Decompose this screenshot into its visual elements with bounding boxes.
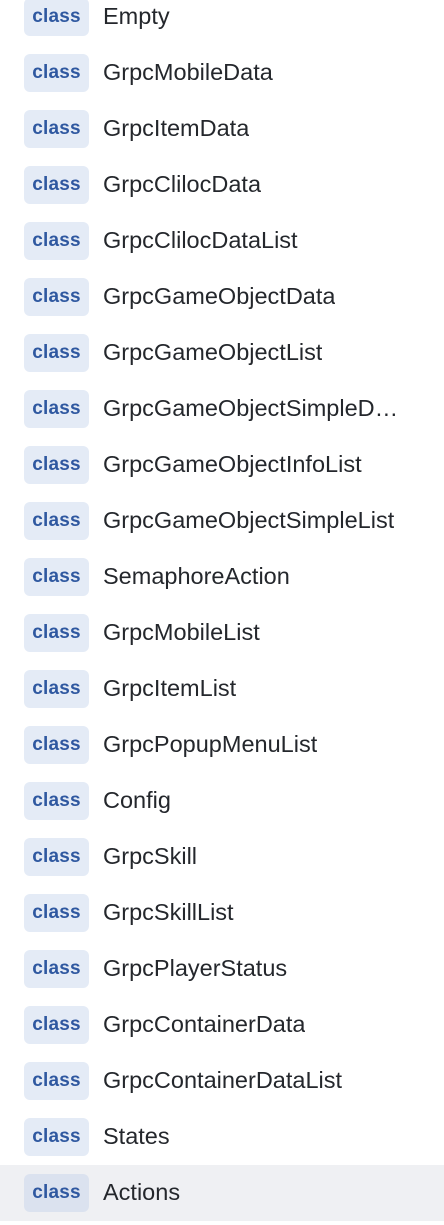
symbol-name: GrpcItemData	[103, 114, 250, 141]
symbol-item[interactable]: class GrpcGameObjectList	[0, 325, 444, 381]
kind-badge: class	[24, 1062, 89, 1100]
symbol-name: GrpcGameObjectSimpleD…	[103, 394, 399, 421]
symbol-item[interactable]: class GrpcPlayerStatus	[0, 941, 444, 997]
symbol-item[interactable]: class Config	[0, 773, 444, 829]
kind-badge: class	[24, 502, 89, 540]
symbol-item[interactable]: class GrpcSkill	[0, 829, 444, 885]
symbol-item[interactable]: class GrpcGameObjectSimpleList	[0, 493, 444, 549]
symbol-name: SemaphoreAction	[103, 562, 290, 589]
symbol-name: GrpcContainerDataList	[103, 1066, 343, 1093]
symbol-item[interactable]: class GrpcMobileData	[0, 45, 444, 101]
symbol-item[interactable]: class GrpcGameObjectSimpleD…	[0, 381, 444, 437]
kind-badge: class	[24, 670, 89, 708]
symbol-name: GrpcMobileList	[103, 618, 260, 645]
symbol-name: GrpcItemList	[103, 674, 237, 701]
symbol-name: GrpcPopupMenuList	[103, 730, 318, 757]
symbol-name: Empty	[103, 2, 170, 29]
symbol-item[interactable]: class GrpcGameObjectInfoList	[0, 437, 444, 493]
symbol-item[interactable]: class GrpcItemData	[0, 101, 444, 157]
symbol-name: GrpcSkillList	[103, 898, 234, 925]
kind-badge: class	[24, 1118, 89, 1156]
symbol-item[interactable]: class GrpcContainerData	[0, 997, 444, 1053]
symbol-item[interactable]: class GrpcClilocDataList	[0, 213, 444, 269]
kind-badge: class	[24, 838, 89, 876]
symbol-item-selected[interactable]: class Actions	[0, 1165, 444, 1221]
symbol-name: GrpcSkill	[103, 842, 198, 869]
symbol-name: GrpcMobileData	[103, 58, 273, 85]
symbol-item[interactable]: class GrpcContainerDataList	[0, 1053, 444, 1109]
symbol-item[interactable]: class GrpcSkillList	[0, 885, 444, 941]
symbol-name: Config	[103, 786, 171, 813]
kind-badge: class	[24, 446, 89, 484]
symbol-name: GrpcClilocDataList	[103, 226, 298, 253]
kind-badge: class	[24, 278, 89, 316]
kind-badge: class	[24, 110, 89, 148]
symbol-item[interactable]: class GrpcPopupMenuList	[0, 717, 444, 773]
symbol-name: GrpcClilocData	[103, 170, 262, 197]
kind-badge: class	[24, 54, 89, 92]
symbol-name: States	[103, 1122, 170, 1149]
kind-badge: class	[24, 1006, 89, 1044]
symbol-name: GrpcGameObjectList	[103, 338, 323, 365]
symbol-name: GrpcGameObjectInfoList	[103, 450, 362, 477]
symbol-item[interactable]: class Empty	[0, 0, 444, 45]
symbol-name: GrpcPlayerStatus	[103, 954, 288, 981]
kind-badge: class	[24, 222, 89, 260]
kind-badge: class	[24, 726, 89, 764]
symbol-list: class Empty class GrpcMobileData class G…	[0, 0, 444, 1225]
symbol-item[interactable]: class GrpcGameObjectData	[0, 269, 444, 325]
kind-badge: class	[24, 334, 89, 372]
kind-badge: class	[24, 166, 89, 204]
kind-badge: class	[24, 390, 89, 428]
symbol-item[interactable]: class GrpcClilocData	[0, 157, 444, 213]
symbol-item[interactable]: class GrpcMobileList	[0, 605, 444, 661]
symbol-item[interactable]: class States	[0, 1109, 444, 1165]
kind-badge: class	[24, 894, 89, 932]
kind-badge: class	[24, 1174, 89, 1212]
kind-badge: class	[24, 0, 89, 36]
symbol-name: Actions	[103, 1178, 181, 1205]
symbol-name: GrpcContainerData	[103, 1010, 306, 1037]
kind-badge: class	[24, 782, 89, 820]
symbol-name: GrpcGameObjectData	[103, 282, 336, 309]
kind-badge: class	[24, 950, 89, 988]
kind-badge: class	[24, 558, 89, 596]
kind-badge: class	[24, 614, 89, 652]
symbol-name: GrpcGameObjectSimpleList	[103, 506, 395, 533]
symbol-item[interactable]: class SemaphoreAction	[0, 549, 444, 605]
symbol-item[interactable]: class GrpcItemList	[0, 661, 444, 717]
